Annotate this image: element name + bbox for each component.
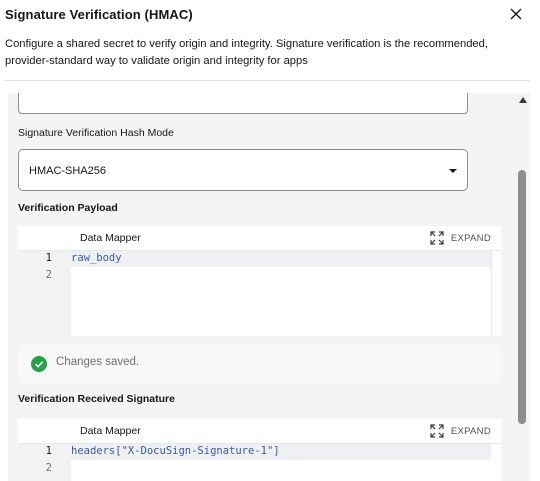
changes-saved-notification: Changes saved. — [18, 345, 501, 383]
code-line[interactable]: raw_body — [71, 252, 122, 264]
expand-button[interactable]: EXPAND — [430, 423, 491, 439]
scroll-up-arrow-icon[interactable] — [519, 97, 527, 103]
header-divider — [5, 80, 530, 81]
hash-mode-label: Signature Verification Hash Mode — [18, 127, 174, 139]
data-mapper-header: Data Mapper EXPAND — [18, 226, 501, 250]
line-number: 2 — [45, 269, 52, 281]
expand-button[interactable]: EXPAND — [430, 230, 491, 246]
modal-header: Signature Verification (HMAC) Configure … — [0, 0, 540, 82]
data-mapper-title: Data Mapper — [80, 232, 141, 244]
modal-scrollbar[interactable] — [517, 93, 530, 481]
received-signature-code-editor[interactable]: 1 headers["X-DocuSign-Signature-1"] 2 — [18, 443, 501, 481]
modal-body-scroll-area[interactable]: Signature Verification Hash Mode HMAC-SH… — [8, 93, 529, 481]
verification-payload-label: Verification Payload — [18, 202, 118, 214]
chevron-down-icon — [449, 169, 457, 173]
expand-label: EXPAND — [450, 425, 491, 437]
expand-icon — [430, 424, 444, 438]
active-line-highlight — [71, 251, 491, 267]
toast-message: Changes saved. — [56, 356, 140, 368]
line-number: 1 — [45, 252, 52, 264]
modal-title: Signature Verification (HMAC) — [5, 7, 193, 22]
verification-received-signature-label: Verification Received Signature — [18, 393, 175, 405]
close-icon — [510, 8, 522, 20]
code-line[interactable]: headers["X-DocuSign-Signature-1"] — [71, 445, 280, 457]
data-mapper-header: Data Mapper EXPAND — [18, 419, 501, 443]
editor-scrollbar[interactable] — [491, 251, 501, 336]
expand-label: EXPAND — [450, 232, 491, 244]
scrollbar-thumb[interactable] — [518, 170, 526, 424]
payload-data-mapper: Data Mapper EXPAND 1 raw_body 2 — [18, 226, 501, 336]
modal-description: Configure a shared secret to verify orig… — [5, 38, 488, 67]
received-signature-data-mapper: Data Mapper EXPAND 1 headers["X-DocuSign… — [18, 419, 501, 481]
data-mapper-title: Data Mapper — [80, 425, 141, 437]
hash-mode-select[interactable]: HMAC-SHA256 — [18, 149, 468, 191]
expand-icon — [430, 231, 444, 245]
secret-input-field[interactable] — [18, 93, 468, 114]
line-number: 2 — [45, 462, 52, 474]
hash-mode-selected-value: HMAC-SHA256 — [29, 165, 107, 177]
line-number: 1 — [45, 445, 52, 457]
checkmark-filled-icon — [31, 356, 47, 372]
payload-code-editor[interactable]: 1 raw_body 2 — [18, 250, 501, 336]
close-button[interactable] — [506, 4, 526, 24]
